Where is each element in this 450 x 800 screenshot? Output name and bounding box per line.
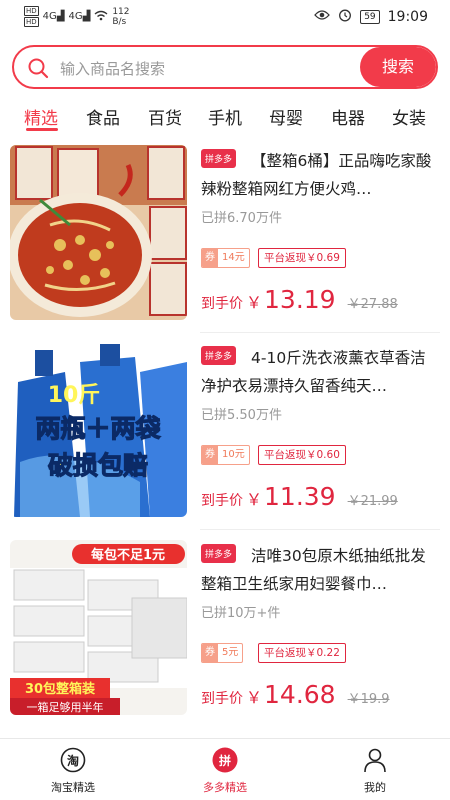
price-currency: ￥: [246, 293, 263, 312]
divider: [200, 332, 440, 333]
tab-phones[interactable]: 手机: [208, 104, 242, 129]
rebate-tag: 平台返现￥0.22: [258, 643, 346, 663]
sold-count: 已拼10万+件: [201, 606, 281, 621]
coupon-value: 10元: [222, 449, 245, 460]
image-text-weight: 10斤: [48, 383, 101, 408]
active-tab-indicator: [26, 128, 58, 131]
product-image[interactable]: 10斤 两瓶＋两袋 破损包赔: [10, 342, 187, 517]
image-text-duration: 一箱足够用半年: [27, 700, 104, 714]
product-card[interactable]: 拼多多 【整箱6桶】正品嗨吃家酸辣粉整箱网红方便火鸡… 已拼6.70万件 券 1…: [0, 145, 450, 341]
eye-icon: [314, 9, 331, 25]
coupon-label: 券: [202, 446, 218, 464]
signal-icon-2: 4G▟: [68, 11, 91, 22]
coupon-tag: 券 10元: [201, 445, 250, 465]
coupon-label: 券: [202, 644, 218, 662]
nav-label: 淘宝精选: [51, 781, 95, 794]
sold-count: 已拼5.50万件: [201, 408, 282, 423]
final-price: 14.68: [264, 680, 336, 709]
status-right: 59 19:09: [314, 8, 428, 26]
tab-food[interactable]: 食品: [86, 104, 120, 129]
coupon-value: 5元: [222, 647, 239, 658]
nav-pdd-picks[interactable]: 拼 多多精选: [180, 747, 270, 795]
image-text-guarantee: 破损包赔: [48, 451, 148, 480]
image-text-unit-price: 每包不足1元: [91, 547, 165, 563]
alarm-icon: [338, 8, 352, 26]
product-card[interactable]: 10斤 两瓶＋两袋 破损包赔 拼多多 4-10斤洗衣液薰衣草香洁净护衣易漂持久留…: [0, 342, 450, 538]
search-button[interactable]: 搜索: [360, 47, 436, 87]
price-row: 到手价 ￥ 13.19 ￥27.88: [201, 285, 398, 314]
tab-appliances[interactable]: 电器: [331, 104, 365, 129]
price-currency: ￥: [246, 490, 263, 509]
pinduoduo-icon: 拼: [212, 747, 238, 773]
nav-label: 多多精选: [203, 781, 247, 794]
taobao-icon: 淘: [60, 747, 86, 773]
hd-indicator-2: HD: [24, 17, 39, 27]
product-card[interactable]: 每包不足1元 30包整箱装 一箱足够用半年 拼多多 洁唯30包原木纸抽纸批发整箱…: [0, 540, 450, 736]
original-price: ￥21.99: [347, 494, 398, 509]
coupon-label: 券: [202, 249, 218, 267]
price-label: 到手价: [201, 691, 243, 707]
coupon-tag: 券 14元: [201, 248, 250, 268]
rebate-tag: 平台返现￥0.60: [258, 445, 346, 465]
status-left: HD HD 4G▟ 4G▟ 112 B/s: [24, 6, 130, 27]
nav-mine[interactable]: 我的: [330, 747, 420, 795]
price-label: 到手价: [201, 296, 243, 312]
coupon-value: 14元: [222, 252, 245, 263]
wifi-icon: [94, 10, 108, 24]
image-text-count: 30包整箱装: [25, 681, 95, 697]
tab-general[interactable]: 百货: [148, 104, 182, 129]
product-title[interactable]: 洁唯30包原木纸抽纸批发整箱卫生纸家用妇婴餐巾…: [201, 542, 441, 598]
product-image[interactable]: [10, 145, 187, 320]
product-title[interactable]: 4-10斤洗衣液薰衣草香洁净护衣易漂持久留香纯天…: [201, 344, 441, 400]
status-bar: HD HD 4G▟ 4G▟ 112 B/s 59 19:09: [0, 0, 450, 34]
product-title[interactable]: 【整箱6桶】正品嗨吃家酸辣粉整箱网红方便火鸡…: [201, 147, 441, 203]
tab-womens[interactable]: 女装: [392, 104, 426, 129]
search-bar[interactable]: 输入商品名搜索 搜索: [12, 45, 438, 89]
divider: [200, 529, 440, 530]
original-price: ￥27.88: [347, 297, 398, 312]
network-speed: 112 B/s: [112, 6, 130, 27]
tab-baby[interactable]: 母婴: [269, 104, 303, 129]
bottom-nav: 淘 淘宝精选 拼 多多精选 我的: [0, 738, 450, 800]
search-icon: [27, 57, 49, 79]
clock: 19:09: [387, 9, 428, 25]
price-label: 到手价: [201, 493, 243, 509]
sold-count: 已拼6.70万件: [201, 211, 282, 226]
price-currency: ￥: [246, 688, 263, 707]
search-input[interactable]: 输入商品名搜索: [60, 58, 165, 79]
price-row: 到手价 ￥ 11.39 ￥21.99: [201, 482, 398, 511]
tab-jingxuan[interactable]: 精选: [24, 104, 58, 129]
nav-taobao-picks[interactable]: 淘 淘宝精选: [28, 747, 118, 795]
product-image[interactable]: 每包不足1元 30包整箱装 一箱足够用半年: [10, 540, 187, 715]
category-tabs: 精选 食品 百货 手机 母婴 电器 女装: [0, 100, 450, 132]
battery-indicator: 59: [360, 10, 380, 24]
nav-label: 我的: [364, 781, 386, 794]
svg-text:淘: 淘: [67, 753, 79, 768]
image-text-bundle: 两瓶＋两袋: [35, 414, 161, 443]
signal-icon-1: 4G▟: [42, 11, 65, 22]
hd-indicator-1: HD: [24, 6, 39, 16]
final-price: 13.19: [264, 285, 336, 314]
final-price: 11.39: [264, 482, 336, 511]
coupon-tag: 券 5元: [201, 643, 244, 663]
svg-text:拼: 拼: [219, 753, 231, 768]
user-icon: [362, 747, 388, 773]
rebate-tag: 平台返现￥0.69: [258, 248, 346, 268]
price-row: 到手价 ￥ 14.68 ￥19.9: [201, 680, 390, 709]
original-price: ￥19.9: [347, 692, 390, 707]
